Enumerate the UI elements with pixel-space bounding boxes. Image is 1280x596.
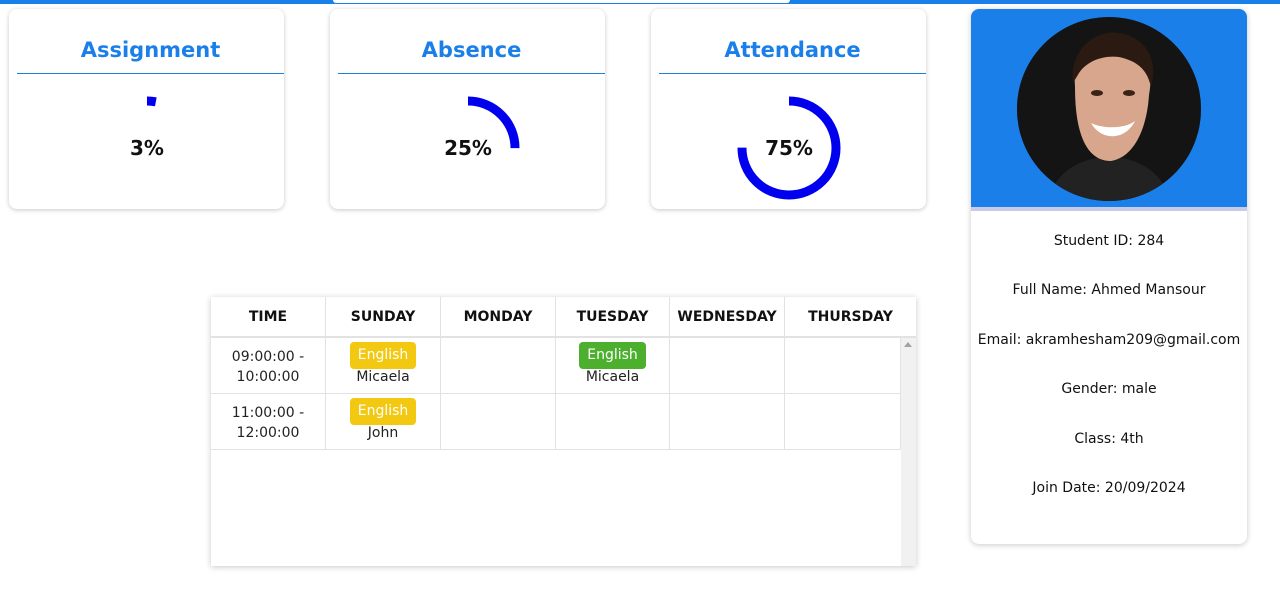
absence-title: Absence bbox=[338, 33, 605, 74]
email: Email: akramhesham209@gmail.com bbox=[977, 332, 1241, 348]
assignment-percent: 3% bbox=[130, 136, 164, 160]
profile-banner bbox=[971, 9, 1247, 211]
student-profile-card: Student ID: 284 Full Name: Ahmed Mansour… bbox=[971, 9, 1247, 544]
absence-card: Absence 25% bbox=[330, 9, 605, 209]
slot-monday[interactable] bbox=[441, 338, 556, 393]
absence-percent: 25% bbox=[444, 136, 492, 160]
header-thursday: THURSDAY bbox=[808, 309, 893, 325]
assignment-card: Assignment 3% bbox=[9, 9, 284, 209]
time-start: 11:00:00 - bbox=[231, 405, 305, 421]
schedule-body: 09:00:00 - 10:00:00 English Micaela Engl… bbox=[211, 338, 901, 566]
slot-thursday[interactable] bbox=[785, 394, 901, 449]
schedule-scrollbar[interactable] bbox=[901, 338, 916, 566]
header-tuesday: TUESDAY bbox=[556, 297, 670, 336]
teacher-name: Micaela bbox=[585, 369, 640, 385]
slot-tuesday[interactable] bbox=[556, 394, 670, 449]
slot-thursday[interactable] bbox=[785, 338, 901, 393]
slot-wednesday[interactable] bbox=[670, 338, 785, 393]
full-name: Full Name: Ahmed Mansour bbox=[1012, 282, 1206, 298]
weekly-schedule-table: TIME SUNDAY MONDAY TUESDAY WEDNESDAY THU… bbox=[211, 297, 916, 566]
header-wednesday: WEDNESDAY bbox=[670, 297, 785, 336]
student-id: Student ID: 284 bbox=[1053, 233, 1165, 249]
time-end: 10:00:00 bbox=[236, 369, 300, 385]
teacher-name: Micaela bbox=[356, 369, 410, 385]
class: Class: 4th bbox=[1074, 431, 1144, 447]
join-date: Join Date: 20/09/2024 bbox=[1032, 480, 1186, 496]
slot-wednesday[interactable] bbox=[670, 394, 785, 449]
schedule-header-row: TIME SUNDAY MONDAY TUESDAY WEDNESDAY THU… bbox=[211, 297, 916, 338]
attendance-title: Attendance bbox=[659, 33, 926, 74]
assignment-title: Assignment bbox=[17, 33, 284, 74]
header-monday: MONDAY bbox=[441, 297, 556, 336]
time-cell: 09:00:00 - 10:00:00 bbox=[211, 338, 326, 393]
subject-badge[interactable]: English bbox=[349, 398, 417, 425]
time-start: 09:00:00 - bbox=[231, 349, 305, 365]
time-cell: 11:00:00 - 12:00:00 bbox=[211, 394, 326, 449]
table-row: 09:00:00 - 10:00:00 English Micaela Engl… bbox=[211, 338, 901, 394]
table-row: 11:00:00 - 12:00:00 English John bbox=[211, 394, 901, 450]
header-time: TIME bbox=[211, 297, 326, 336]
attendance-card: Attendance 75% bbox=[651, 9, 926, 209]
avatar bbox=[1017, 17, 1201, 201]
scroll-up-arrow-icon[interactable] bbox=[904, 342, 912, 347]
slot-sunday[interactable]: English Micaela bbox=[326, 338, 441, 393]
slot-sunday[interactable]: English John bbox=[326, 394, 441, 449]
slot-tuesday[interactable]: English Micaela bbox=[556, 338, 670, 393]
subject-badge[interactable]: English bbox=[349, 342, 417, 369]
attendance-percent: 75% bbox=[765, 136, 813, 160]
top-bar-pill bbox=[333, 0, 790, 3]
gender: Gender: male bbox=[1061, 381, 1157, 397]
teacher-name: John bbox=[367, 425, 399, 441]
avatar-photo-icon bbox=[1017, 17, 1201, 201]
top-accent-bar bbox=[0, 0, 1280, 4]
header-sunday: SUNDAY bbox=[326, 297, 441, 336]
time-end: 12:00:00 bbox=[236, 425, 300, 441]
subject-badge[interactable]: English bbox=[579, 342, 646, 369]
slot-monday[interactable] bbox=[441, 394, 556, 449]
